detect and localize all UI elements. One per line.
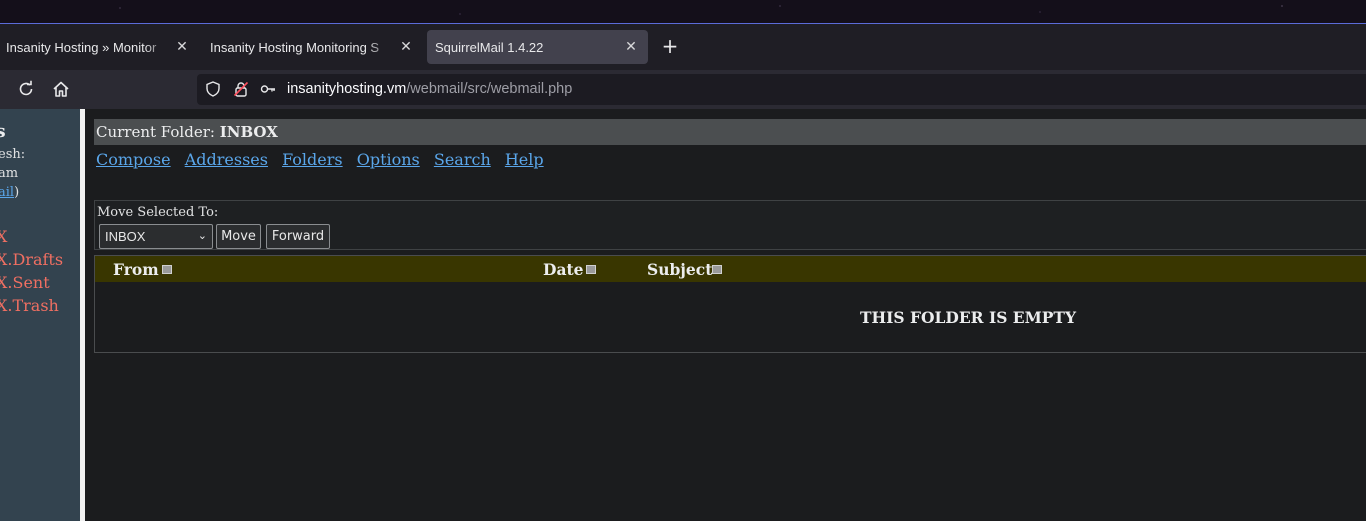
subject-column-header[interactable]: Subject [647, 260, 712, 279]
message-list-frame: Current Folder: INBOX Compose Addresses … [85, 109, 1366, 521]
search-link[interactable]: Search [434, 150, 491, 169]
from-column-header[interactable]: From [113, 260, 159, 279]
folder-trash[interactable]: X.Trash [0, 296, 59, 315]
check-mail-link[interactable]: ail [0, 185, 14, 200]
sort-icon[interactable] [712, 265, 722, 274]
home-icon[interactable] [52, 80, 70, 98]
folders-title: rs [0, 121, 6, 142]
tab-label: SquirrelMail 1.4.22 [435, 39, 544, 55]
move-selected-label: Move Selected To: [97, 205, 219, 220]
browser-tab-bar: Insanity Hosting » Monitor ✕ Insanity Ho… [0, 24, 1366, 70]
webmail-page: rs esh: am ail) X X.Drafts X.Sent X.Tras… [0, 109, 1366, 521]
tab-label: Insanity Hosting » Monitor [6, 39, 157, 55]
plus-icon[interactable]: + [660, 36, 680, 57]
reload-icon[interactable] [17, 80, 35, 98]
date-column-header[interactable]: Date [543, 260, 584, 279]
current-folder-label: Current Folder: [96, 123, 215, 141]
folder-drafts[interactable]: X.Drafts [0, 250, 63, 269]
compose-link[interactable]: Compose [96, 150, 171, 169]
move-button[interactable]: Move [216, 224, 261, 249]
browser-nav-bar: insanityhosting.vm/webmail/src/webmail.p… [0, 70, 1366, 109]
folder-pane: rs esh: am ail) X X.Drafts X.Sent X.Tras… [0, 109, 80, 521]
check-mail-paren: ) [14, 185, 20, 200]
folder-inbox[interactable]: X [0, 227, 7, 246]
sort-icon[interactable] [162, 265, 172, 274]
tab-insanity-hosting-monitoring[interactable]: Insanity Hosting Monitoring S ✕ [200, 30, 422, 64]
addresses-link[interactable]: Addresses [185, 150, 268, 169]
main-menu: Compose Addresses Folders Options Search… [96, 150, 553, 169]
url-bar[interactable]: insanityhosting.vm/webmail/src/webmail.p… [197, 74, 1366, 105]
tab-insanity-hosting-monitor[interactable]: Insanity Hosting » Monitor ✕ [0, 30, 196, 64]
empty-folder-message: THIS FOLDER IS EMPTY [860, 308, 1077, 327]
tab-label: Insanity Hosting Monitoring S [210, 39, 380, 55]
url-text[interactable]: insanityhosting.vm/webmail/src/webmail.p… [287, 81, 572, 97]
key-icon[interactable] [260, 81, 276, 97]
help-link[interactable]: Help [505, 150, 544, 169]
move-folder-select[interactable]: INBOX ⌄ [99, 224, 213, 249]
desktop-wallpaper-strip [0, 0, 1366, 23]
message-list-header: From Date Subject [95, 256, 1366, 282]
folders-link[interactable]: Folders [282, 150, 343, 169]
options-link[interactable]: Options [357, 150, 420, 169]
url-host: insanityhosting.vm [287, 81, 407, 97]
forward-button[interactable]: Forward [266, 224, 330, 249]
tab-squirrelmail[interactable]: SquirrelMail 1.4.22 ✕ [427, 30, 648, 64]
check-mail-link-wrap: ail) [0, 185, 19, 200]
url-path: /webmail/src/webmail.php [406, 81, 573, 97]
message-list: From Date Subject THIS FOLDER IS EMPTY [94, 255, 1366, 353]
current-folder-bar: Current Folder: INBOX [94, 119, 1366, 145]
move-folder-value: INBOX [105, 229, 146, 244]
close-icon[interactable]: ✕ [399, 39, 413, 53]
shield-icon[interactable] [205, 81, 221, 97]
chevron-down-icon: ⌄ [197, 230, 207, 242]
last-refresh-label: esh: [0, 147, 26, 162]
current-folder-name: INBOX [219, 123, 278, 141]
sort-icon[interactable] [586, 265, 596, 274]
close-icon[interactable]: ✕ [624, 39, 638, 53]
move-controls: Move Selected To: INBOX ⌄ Move Forward [94, 200, 1366, 250]
insecure-lock-icon[interactable] [233, 81, 249, 97]
folder-sent[interactable]: X.Sent [0, 273, 50, 292]
check-mail-label: am [0, 166, 19, 181]
close-icon[interactable]: ✕ [175, 39, 189, 53]
